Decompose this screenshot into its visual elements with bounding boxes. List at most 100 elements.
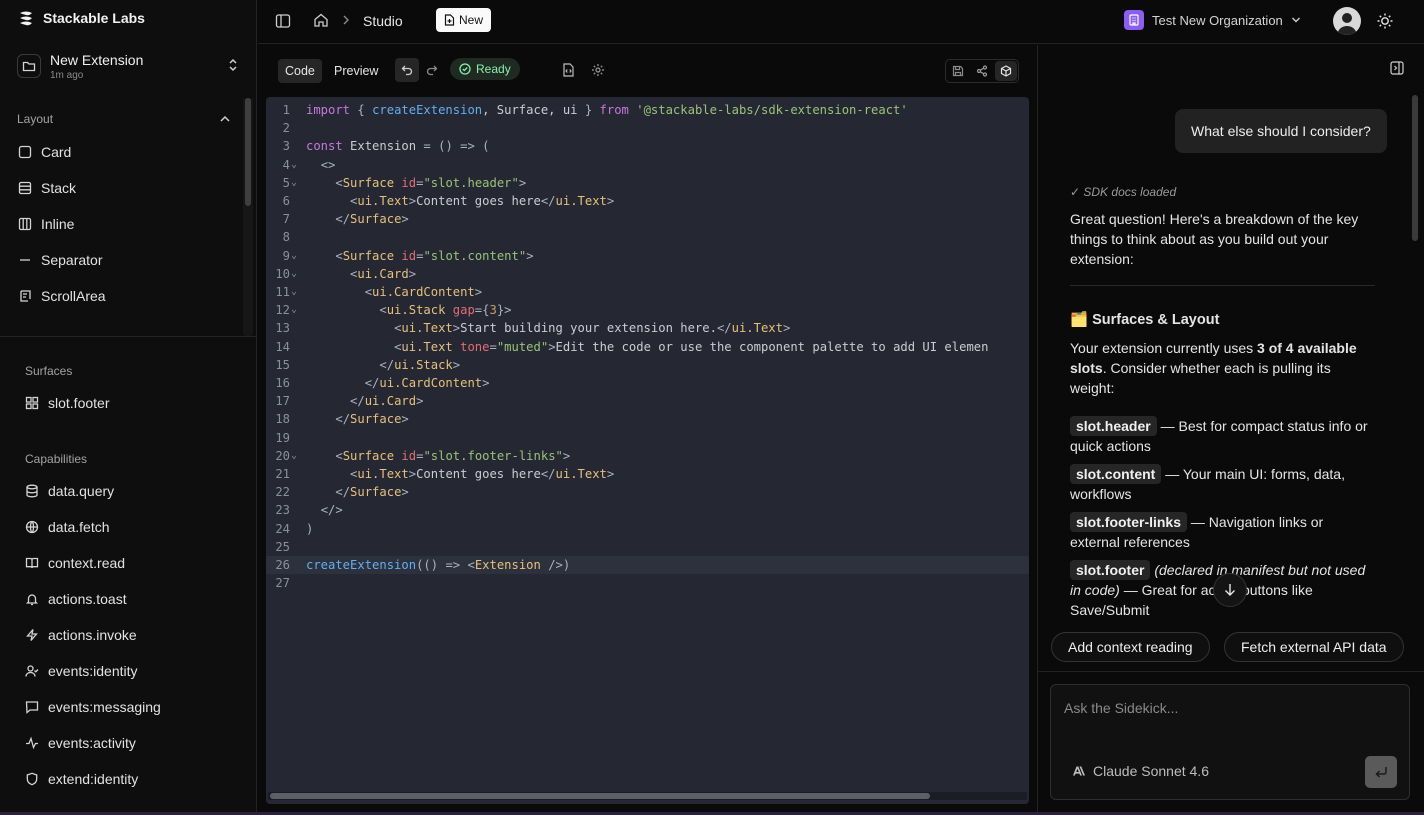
suggestion-chip[interactable]: Add context reading [1051,632,1210,662]
composer[interactable]: Ask the Sidekick... Claude Sonnet 4.6 [1050,684,1410,800]
minus-icon [18,253,32,267]
docs-button[interactable] [560,62,576,78]
code-line[interactable]: 23 </> [266,501,1029,519]
code-text: <ui.Text>Start building your extension h… [394,321,791,336]
send-button[interactable] [1365,756,1397,788]
breadcrumb-studio[interactable]: Studio [363,13,403,29]
palette-item-scrollarea[interactable]: ScrollArea [18,288,106,304]
gear-icon [591,63,605,77]
share-button[interactable] [972,61,992,81]
activity-icon [25,736,39,750]
square-icon [18,145,32,159]
code-line[interactable]: 9 ⌄ <Surface id="slot.content"> [266,247,1029,265]
brand[interactable]: Stackable Labs [17,10,145,26]
code-text: </Surface> [335,485,409,500]
palette-item-label: ScrollArea [41,288,106,304]
globe-icon [25,520,39,534]
fold-chevron-icon[interactable]: ⌄ [291,174,297,192]
code-line[interactable]: 17 </ui.Card> [266,392,1029,410]
project-switcher[interactable]: New Extension 1m ago [8,44,248,88]
code-line[interactable]: 12 ⌄ <ui.Stack gap={3}> [266,301,1029,319]
scrollbar-thumb[interactable] [1412,95,1418,241]
fold-chevron-icon[interactable]: ⌄ [291,283,297,301]
panel-toggle-icon[interactable] [1390,61,1404,75]
slot-chip: slot.footer-links [1070,512,1188,532]
code-line[interactable]: 15 </ui.Stack> [266,356,1029,374]
palette-item-separator[interactable]: Separator [18,252,102,268]
scroll-to-bottom-button[interactable] [1213,573,1247,607]
scroll-area-icon [18,289,32,303]
code-editor[interactable]: 1 import { createExtension, Surface, ui }… [266,97,1029,804]
fold-chevron-icon[interactable]: ⌄ [291,247,297,265]
undo-button[interactable] [395,58,419,82]
palette-scrollbar[interactable] [243,98,253,336]
capability-item-events-messaging[interactable]: events:messaging [25,699,161,715]
composer-input[interactable]: Ask the Sidekick... [1064,700,1178,716]
code-line[interactable]: 1 import { createExtension, Surface, ui }… [266,101,1029,119]
sun-icon[interactable] [1376,12,1394,30]
code-line[interactable]: 8 [266,228,1029,246]
package-button[interactable] [995,61,1017,81]
scrollbar-thumb[interactable] [245,98,251,206]
save-button[interactable] [948,61,968,81]
fold-chevron-icon[interactable]: ⌄ [291,156,297,174]
code-line[interactable]: 27 [266,574,1029,592]
code-line[interactable]: 26 createExtension(() => <Extension />) [266,556,1029,574]
model-selector[interactable]: Claude Sonnet 4.6 [1073,763,1209,779]
code-line[interactable]: 16 </ui.CardContent> [266,374,1029,392]
sidebar-divider [0,336,256,337]
editor-horizontal-scrollbar[interactable] [268,792,1027,800]
code-line[interactable]: 3 const Extension = () => ( [266,137,1029,155]
palette-item-inline[interactable]: Inline [18,216,74,232]
settings-button[interactable] [590,62,606,78]
tab-code[interactable]: Code [278,59,322,83]
suggestion-chip[interactable]: Fetch external API data [1224,632,1404,662]
code-line[interactable]: 25 [266,538,1029,556]
code-line[interactable]: 24) [266,520,1029,538]
code-line[interactable]: 6 <ui.Text>Content goes here</ui.Text> [266,192,1029,210]
capability-item-data-query[interactable]: data.query [25,483,114,499]
code-text: </Surface> [335,412,409,427]
fold-chevron-icon[interactable]: ⌄ [291,447,297,465]
code-text: <ui.Text tone="muted">Edit the code or u… [394,339,989,354]
palette-item-stack[interactable]: Stack [18,180,76,196]
new-button[interactable]: New [436,8,492,32]
line-number: 22 [275,485,290,500]
code-line[interactable]: 11 ⌄ <ui.CardContent> [266,283,1029,301]
avatar[interactable] [1333,7,1361,35]
code-line[interactable]: 13 <ui.Text>Start building your extensio… [266,319,1029,337]
palette-item-card[interactable]: Card [18,144,71,160]
layout-group-header[interactable]: Layout [17,112,231,126]
redo-button[interactable] [420,58,444,82]
capability-item-events-identity[interactable]: events:identity [25,663,138,679]
capability-item-context-read[interactable]: context.read [25,555,125,571]
capability-item-actions-toast[interactable]: actions.toast [25,591,127,607]
capability-item-data-fetch[interactable]: data.fetch [25,519,110,535]
code-line[interactable]: 14 <ui.Text tone="muted">Edit the code o… [266,338,1029,356]
capability-item-actions-invoke[interactable]: actions.invoke [25,627,137,643]
code-line[interactable]: 22 </Surface> [266,483,1029,501]
code-line[interactable]: 10 ⌄ <ui.Card> [266,265,1029,283]
home-icon[interactable] [313,12,329,28]
code-line[interactable]: 7 </Surface> [266,210,1029,228]
code-line[interactable]: 18 </Surface> [266,410,1029,428]
code-line[interactable]: 21 <ui.Text>Content goes here</ui.Text> [266,465,1029,483]
code-line[interactable]: 20 ⌄ <Surface id="slot.footer-links"> [266,447,1029,465]
line-number: 18 [275,412,290,427]
capability-item-events-activity[interactable]: events:activity [25,735,136,751]
code-line[interactable]: 2 [266,119,1029,137]
fold-chevron-icon[interactable]: ⌄ [291,301,297,319]
code-line[interactable]: 4 ⌄ <> [266,156,1029,174]
zap-icon [25,628,39,642]
tab-preview[interactable]: Preview [327,59,385,83]
scrollbar-thumb[interactable] [270,793,930,799]
chat-scrollbar[interactable] [1411,95,1419,668]
line-number: 16 [275,376,290,390]
code-line[interactable]: 5 ⌄ <Surface id="slot.header"> [266,174,1029,192]
sidebar-toggle-icon[interactable] [275,13,291,29]
org-switcher[interactable]: Test New Organization [1124,10,1301,30]
fold-chevron-icon[interactable]: ⌄ [291,265,297,283]
capability-item-extend-identity[interactable]: extend:identity [25,771,138,787]
code-line[interactable]: 19 [266,429,1029,447]
surface-item-slot-footer[interactable]: slot.footer [25,395,109,411]
